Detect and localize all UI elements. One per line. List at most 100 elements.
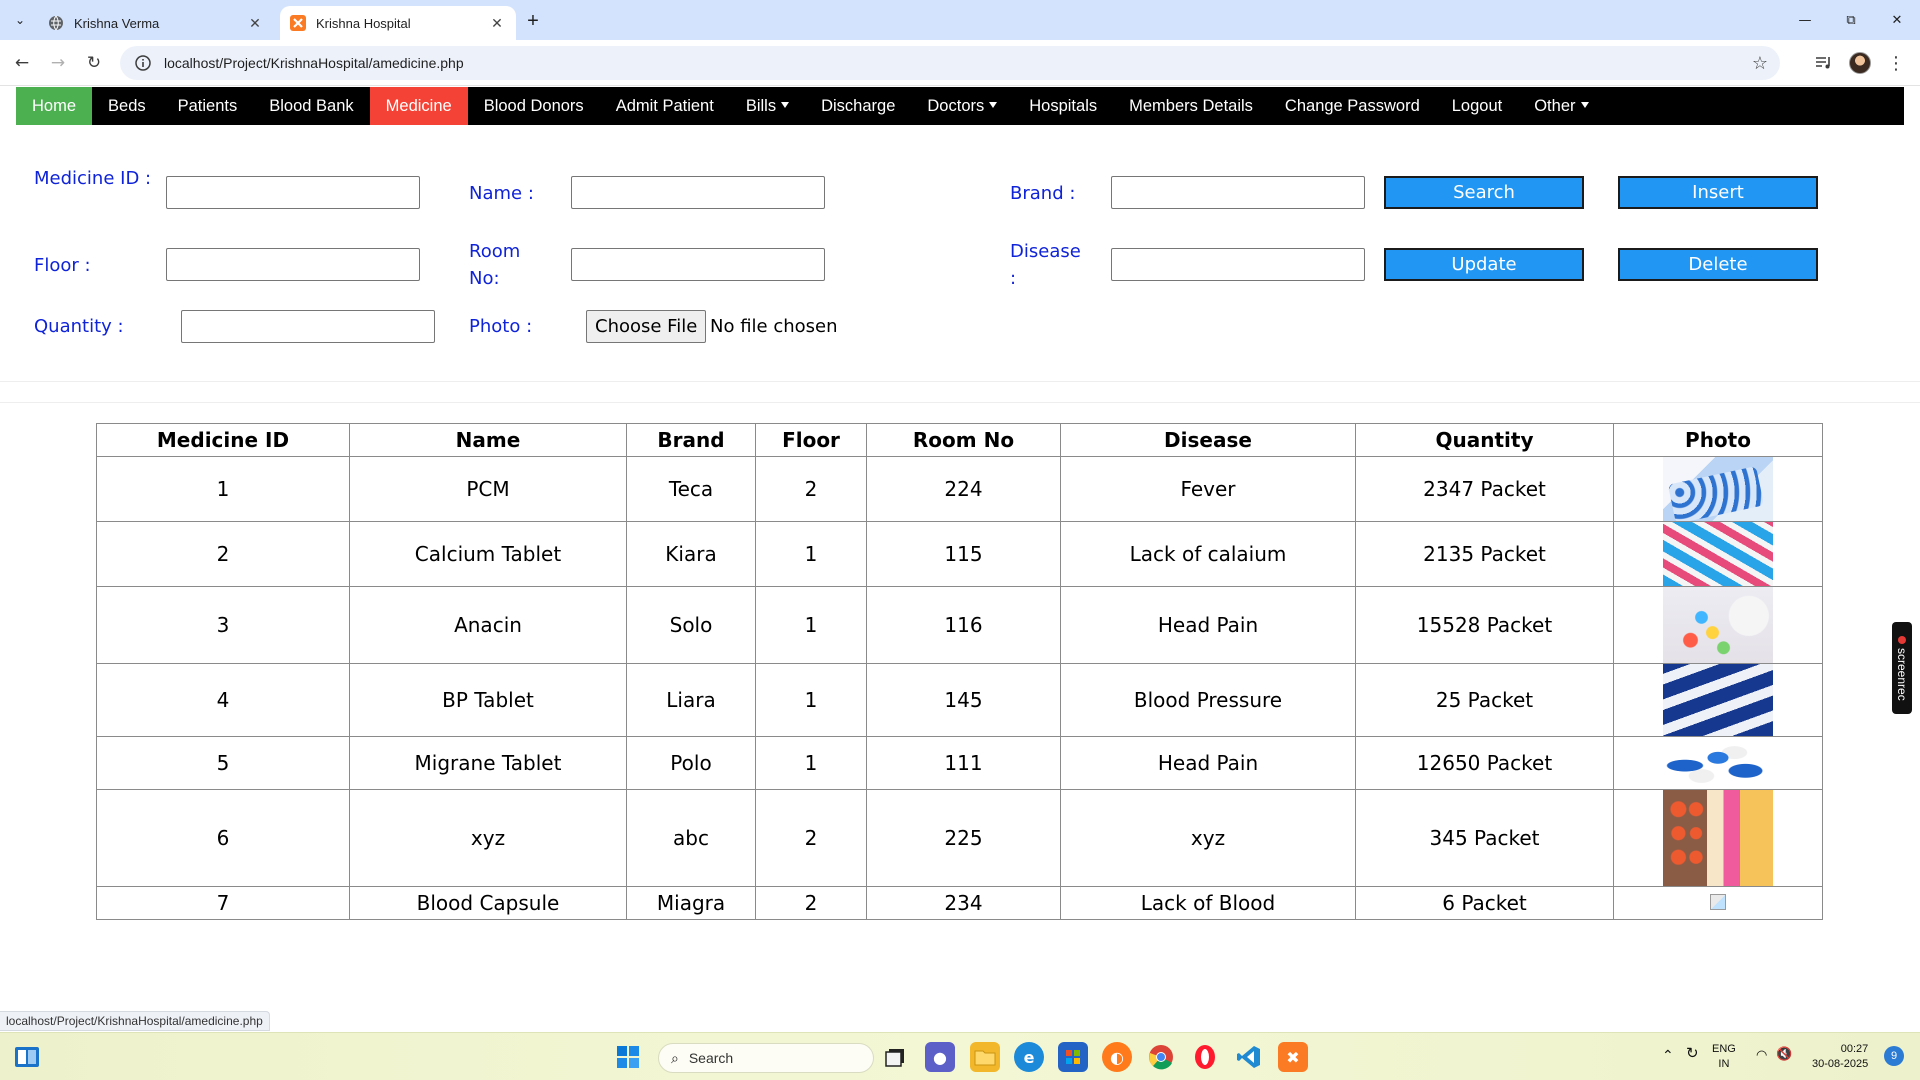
- close-window-icon[interactable]: ✕: [1874, 0, 1920, 40]
- floor-label: Floor :: [34, 255, 91, 276]
- column-header: Brand: [626, 423, 756, 457]
- globe-icon: [48, 15, 64, 31]
- cell-disease: Head Pain: [1060, 586, 1356, 664]
- taskbar-search-box[interactable]: ⌕ Search: [658, 1043, 874, 1073]
- show-hidden-icons[interactable]: ⌃: [1662, 1048, 1674, 1063]
- floor-input[interactable]: [166, 248, 420, 281]
- bookmark-star-icon[interactable]: ☆: [1752, 53, 1768, 74]
- nav-change-password[interactable]: Change Password: [1269, 87, 1436, 125]
- opera-icon[interactable]: [1190, 1042, 1220, 1072]
- widgets-icon[interactable]: [12, 1042, 42, 1072]
- chrome-icon[interactable]: [1146, 1042, 1176, 1072]
- address-bar[interactable]: localhost/Project/KrishnaHospital/amedic…: [120, 46, 1780, 80]
- task-view-icon[interactable]: [880, 1042, 910, 1072]
- volume-muted-icon[interactable]: 🔇: [1776, 1046, 1792, 1061]
- brand-input[interactable]: [1111, 176, 1365, 209]
- nav-patients[interactable]: Patients: [162, 87, 254, 125]
- blue-capsules-photo: [1663, 664, 1773, 736]
- nav-label: Members Details: [1129, 96, 1253, 115]
- update-button[interactable]: Update: [1384, 248, 1584, 281]
- cell-room: 234: [866, 886, 1061, 920]
- close-tab-icon[interactable]: ✕: [246, 14, 264, 32]
- nav-hospitals[interactable]: Hospitals: [1013, 87, 1113, 125]
- nav-doctors-dropdown[interactable]: Doctors: [911, 87, 1013, 125]
- close-tab-icon[interactable]: ✕: [488, 14, 506, 32]
- cell-room: 224: [866, 456, 1061, 522]
- onedrive-sync-icon[interactable]: ↻: [1686, 1046, 1699, 1061]
- nav-logout[interactable]: Logout: [1436, 87, 1518, 125]
- teams-chat-icon[interactable]: ●: [925, 1042, 955, 1072]
- nav-members-details[interactable]: Members Details: [1113, 87, 1269, 125]
- brand-label: Brand :: [1010, 183, 1076, 204]
- nav-blood-bank[interactable]: Blood Bank: [253, 87, 369, 125]
- xampp-taskbar-icon[interactable]: ✖: [1278, 1042, 1308, 1072]
- taskbar-search-placeholder: Search: [688, 1050, 734, 1066]
- reload-icon[interactable]: ↻: [80, 49, 108, 77]
- tab-title: Krishna Hospital: [316, 15, 411, 31]
- mixed-blister-photo: [1663, 790, 1773, 886]
- nav-bills-dropdown[interactable]: Bills: [730, 87, 805, 125]
- nav-home[interactable]: Home: [16, 87, 93, 125]
- name-label: Name :: [469, 183, 534, 204]
- cell-id: 1: [96, 456, 350, 522]
- forward-icon[interactable]: →: [44, 49, 72, 77]
- cell-room: 116: [866, 586, 1061, 664]
- choose-file-button[interactable]: Choose File: [586, 310, 707, 343]
- tab-search-icon[interactable]: ⌄: [8, 8, 32, 32]
- browser-tab-krishna-hospital[interactable]: Krishna Hospital ✕: [280, 6, 516, 40]
- screenrec-widget[interactable]: screenrec: [1892, 622, 1912, 714]
- cell-id: 6: [96, 789, 350, 887]
- room-no-input[interactable]: [571, 248, 825, 281]
- cell-quantity: 6 Packet: [1355, 886, 1614, 920]
- media-controls-icon[interactable]: [1810, 49, 1838, 77]
- clock[interactable]: 00:27 30-08-2025: [1812, 1042, 1868, 1072]
- edge-browser-icon[interactable]: e: [1014, 1042, 1044, 1072]
- minimize-icon[interactable]: —: [1782, 0, 1828, 40]
- nav-label: Blood Bank: [269, 96, 354, 115]
- restore-icon[interactable]: ⧉: [1828, 0, 1874, 40]
- divider: [0, 402, 1920, 403]
- disease-input[interactable]: [1111, 248, 1365, 281]
- search-button[interactable]: Search: [1384, 176, 1584, 209]
- caret-down-icon: [781, 102, 790, 108]
- nav-other-dropdown[interactable]: Other: [1518, 87, 1604, 125]
- cell-floor: 2: [755, 886, 867, 920]
- file-explorer-icon[interactable]: [970, 1042, 1000, 1072]
- notification-badge[interactable]: 9: [1884, 1046, 1904, 1066]
- nav-blood-donors[interactable]: Blood Donors: [468, 87, 600, 125]
- xampp-icon: [290, 15, 306, 31]
- pill-bottle-photo: [1663, 587, 1773, 663]
- nav-label: Patients: [177, 96, 238, 115]
- site-info-icon[interactable]: [132, 52, 154, 74]
- page-content: Home Beds Patients Blood Bank Medicine B…: [0, 87, 1920, 1030]
- back-icon[interactable]: ←: [8, 49, 36, 77]
- browser-menu-icon[interactable]: ⋮: [1882, 49, 1910, 77]
- medicine-id-input[interactable]: [166, 176, 420, 209]
- delete-button[interactable]: Delete: [1618, 248, 1818, 281]
- firefox-icon[interactable]: ◐: [1102, 1042, 1132, 1072]
- caret-down-icon: [989, 102, 998, 108]
- nav-label: Doctors: [927, 96, 985, 115]
- nav-label: Change Password: [1284, 96, 1420, 115]
- nav-discharge[interactable]: Discharge: [805, 87, 911, 125]
- new-tab-icon[interactable]: +: [520, 8, 546, 34]
- cell-quantity: 345 Packet: [1355, 789, 1614, 887]
- profile-avatar[interactable]: [1846, 49, 1874, 77]
- vscode-icon[interactable]: [1234, 1042, 1264, 1072]
- nav-label: Beds: [108, 96, 146, 115]
- language-indicator[interactable]: ENG IN: [1712, 1042, 1736, 1072]
- windows-start-icon[interactable]: [613, 1042, 643, 1072]
- wifi-icon[interactable]: ◠: [1756, 1047, 1767, 1062]
- table-row: 5 Migrane Tablet Polo 1 111 Head Pain 12…: [96, 736, 1823, 790]
- name-input[interactable]: [571, 176, 825, 209]
- quantity-input[interactable]: [181, 310, 435, 343]
- nav-beds[interactable]: Beds: [92, 87, 162, 125]
- browser-tab-krishna-verma[interactable]: Krishna Verma ✕: [38, 6, 274, 40]
- insert-button[interactable]: Insert: [1618, 176, 1818, 209]
- microsoft-store-icon[interactable]: [1058, 1042, 1088, 1072]
- nav-medicine[interactable]: Medicine: [369, 87, 468, 125]
- cell-quantity: 15528 Packet: [1355, 586, 1614, 664]
- table-row: 2 Calcium Tablet Kiara 1 115 Lack of cal…: [96, 521, 1823, 587]
- cell-brand: Kiara: [626, 521, 756, 587]
- nav-admit-patient[interactable]: Admit Patient: [600, 87, 730, 125]
